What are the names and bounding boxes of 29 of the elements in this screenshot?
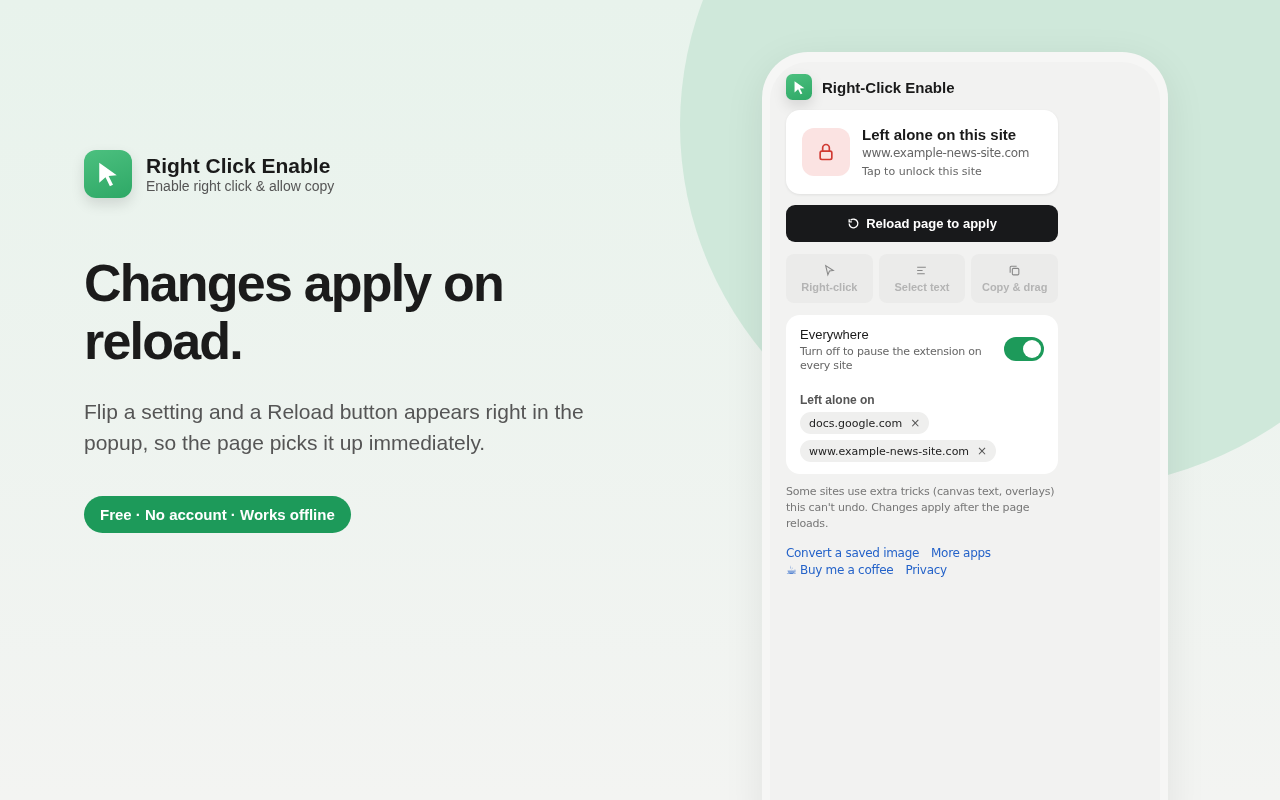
brand-tagline: Enable right click & allow copy xyxy=(146,178,335,194)
everywhere-switch[interactable] xyxy=(1004,337,1044,361)
headline: Changes apply on reload. xyxy=(84,254,505,370)
remove-button[interactable]: × xyxy=(910,416,921,430)
site-card[interactable]: Left alone on this site www.example-news-site.com Tap to unlock this site xyxy=(786,110,1058,194)
cursor-icon xyxy=(822,264,836,277)
setting-label: Everywhere xyxy=(800,327,870,342)
footer-link[interactable]: ☕ Buy me a coffee xyxy=(786,563,894,577)
footer-link[interactable]: Privacy xyxy=(905,563,947,577)
site-hint: Tap to unlock this site xyxy=(862,165,983,178)
footer-link[interactable]: More apps xyxy=(931,546,991,560)
site-status-title: Left alone on this site xyxy=(862,126,1018,143)
copy-icon xyxy=(1008,264,1022,277)
reload-icon xyxy=(847,217,861,230)
brand-name: Right Click Enable xyxy=(146,154,332,178)
popup-title: Right-Click Enable xyxy=(822,78,955,96)
feature-pill: Free · No account · Works offline xyxy=(84,496,351,533)
section-heading: Left alone on xyxy=(800,393,876,407)
lock-icon xyxy=(802,128,850,176)
remove-button[interactable]: × xyxy=(977,444,988,458)
site-domain: www.example-news-site.com xyxy=(862,146,1030,160)
reload-button[interactable]: Reload page to apply xyxy=(786,205,1058,242)
chip-domain: www.example-news-site.com xyxy=(809,444,970,458)
note-text: Some sites use extra tricks (canvas text, overlays) this can't undo. Changes apply after the page reloads. xyxy=(786,484,1056,532)
description: Flip a setting and a Reload button appears right in the popup, so the page picks it up immediately. xyxy=(84,399,585,456)
text-align-icon xyxy=(915,264,929,277)
chip-domain: docs.google.com xyxy=(809,416,903,430)
footer-link[interactable]: Convert a saved image xyxy=(786,546,920,560)
setting-description: Turn off to pause the extension on every site xyxy=(800,345,983,373)
